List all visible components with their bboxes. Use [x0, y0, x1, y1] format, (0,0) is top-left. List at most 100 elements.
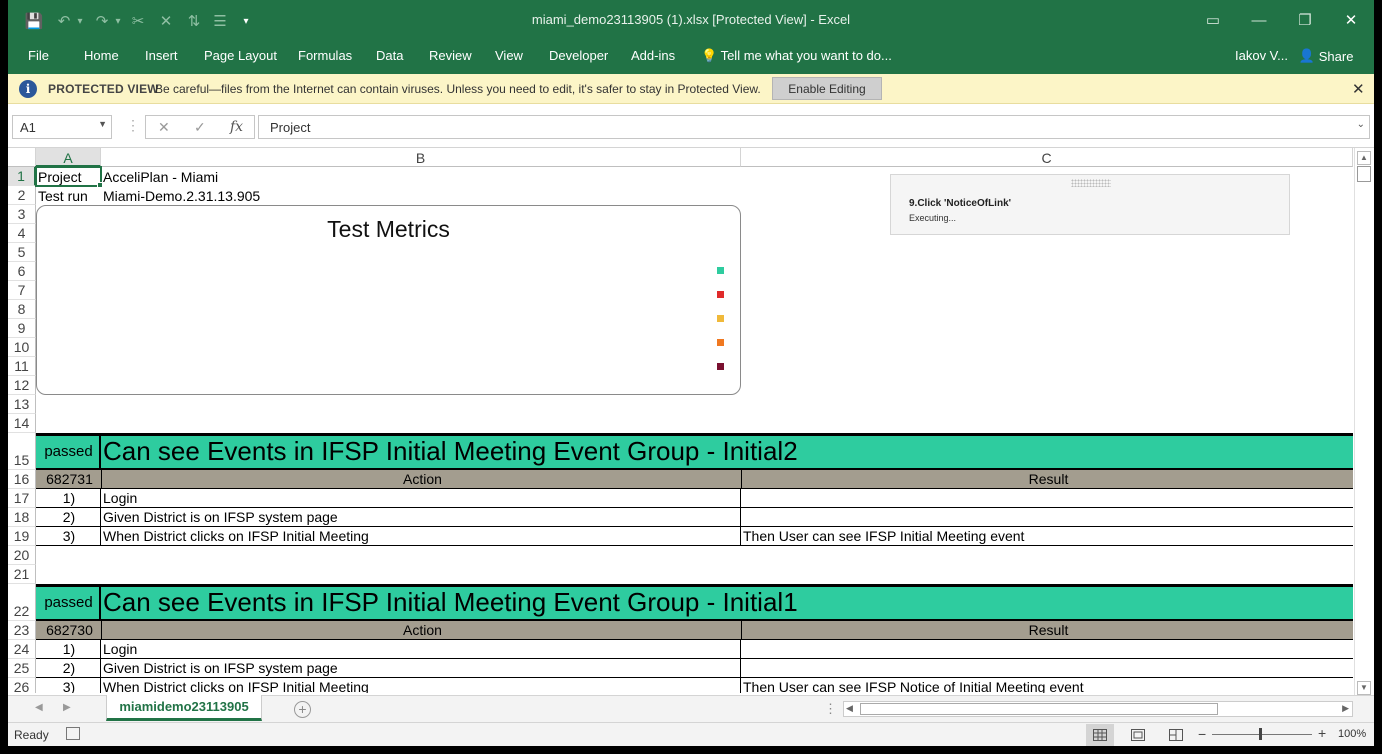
- step-action[interactable]: Login: [101, 489, 741, 508]
- share-button[interactable]: 👤 Share: [1295, 43, 1357, 69]
- row-header-9[interactable]: 9: [8, 319, 36, 338]
- horizontal-scroll-thumb[interactable]: [860, 703, 1218, 715]
- row-header-21[interactable]: 21: [8, 565, 36, 584]
- test-title[interactable]: Can see Events in IFSP Initial Meeting E…: [101, 584, 1353, 621]
- tab-data[interactable]: Data: [376, 48, 403, 63]
- zoom-out-icon[interactable]: −: [1198, 726, 1206, 742]
- tab-view[interactable]: View: [495, 48, 523, 63]
- insert-function-icon[interactable]: fx: [230, 119, 243, 135]
- step-number[interactable]: 1): [36, 640, 101, 659]
- row-header-15[interactable]: 15: [8, 433, 36, 470]
- test-id[interactable]: 682731: [36, 470, 101, 489]
- row-header-5[interactable]: 5: [8, 243, 36, 262]
- enable-editing-button[interactable]: Enable Editing: [772, 77, 882, 100]
- cell-b1-project-value[interactable]: AcceliPlan - Miami: [101, 167, 741, 186]
- step-action[interactable]: When District clicks on IFSP Initial Mee…: [101, 527, 741, 546]
- step-action[interactable]: Login: [101, 640, 741, 659]
- horizontal-scrollbar[interactable]: ◀ ▶: [843, 701, 1353, 717]
- expand-formula-icon[interactable]: ⌄: [1357, 119, 1365, 130]
- row-header-2[interactable]: 2: [8, 186, 36, 205]
- sheet-tab-active[interactable]: miamidemo23113905: [106, 695, 262, 721]
- restore-icon[interactable]: ❐: [1282, 6, 1328, 34]
- step-number[interactable]: 2): [36, 508, 101, 527]
- row-header-23[interactable]: 23: [8, 621, 36, 640]
- row-header-26[interactable]: 26: [8, 678, 36, 693]
- step-number[interactable]: 2): [36, 659, 101, 678]
- scroll-left-icon[interactable]: ◀: [846, 703, 853, 714]
- row-header-12[interactable]: 12: [8, 376, 36, 395]
- step-action[interactable]: Given District is on IFSP system page: [101, 508, 741, 527]
- zoom-in-icon[interactable]: +: [1318, 725, 1326, 741]
- execution-notification[interactable]: 9.Click 'NoticeOfLink' Executing...: [890, 174, 1290, 235]
- step-number[interactable]: 3): [36, 678, 101, 693]
- ribbon-display-options-icon[interactable]: ▭: [1190, 6, 1236, 34]
- tab-add-ins[interactable]: Add-ins: [631, 48, 675, 63]
- close-window-icon[interactable]: ✕: [1328, 6, 1374, 34]
- scroll-tabs-left-icon[interactable]: ◀: [35, 702, 43, 713]
- row-header-7[interactable]: 7: [8, 281, 36, 300]
- scroll-right-icon[interactable]: ▶: [1342, 703, 1349, 714]
- tab-page-layout[interactable]: Page Layout: [204, 48, 277, 63]
- name-box[interactable]: A1 ▼: [12, 115, 112, 139]
- add-sheet-icon[interactable]: +: [294, 701, 311, 718]
- vertical-scroll-thumb[interactable]: [1357, 166, 1371, 182]
- tab-insert[interactable]: Insert: [145, 48, 178, 63]
- row-header-19[interactable]: 19: [8, 527, 36, 546]
- tab-file[interactable]: File: [28, 48, 49, 63]
- step-result[interactable]: [741, 508, 1353, 527]
- select-all-corner[interactable]: [8, 148, 36, 167]
- step-result[interactable]: [741, 640, 1353, 659]
- step-result[interactable]: Then User can see IFSP Notice of Initial…: [741, 678, 1353, 693]
- tab-home[interactable]: Home: [84, 48, 119, 63]
- column-header-c[interactable]: C: [741, 148, 1353, 167]
- action-column-header[interactable]: Action: [101, 621, 741, 640]
- tab-formulas[interactable]: Formulas: [298, 48, 352, 63]
- vertical-scrollbar[interactable]: ▲ ▼: [1354, 148, 1374, 695]
- row-header-24[interactable]: 24: [8, 640, 36, 659]
- test-metrics-chart[interactable]: Test Metrics: [36, 205, 741, 395]
- zoom-slider[interactable]: [1212, 734, 1312, 735]
- chevron-down-icon[interactable]: ▼: [98, 119, 107, 129]
- row-header-6[interactable]: 6: [8, 262, 36, 281]
- row-header-1[interactable]: 1: [8, 167, 36, 186]
- row-header-17[interactable]: 17: [8, 489, 36, 508]
- result-column-header[interactable]: Result: [741, 470, 1353, 489]
- row-header-3[interactable]: 3: [8, 205, 36, 224]
- test-status-badge[interactable]: passed: [36, 584, 101, 621]
- action-column-header[interactable]: Action: [101, 470, 741, 489]
- minimize-icon[interactable]: —: [1236, 6, 1282, 34]
- cancel-icon[interactable]: ✕: [158, 119, 170, 136]
- macro-recording-icon[interactable]: [66, 727, 80, 740]
- tell-me-search[interactable]: 💡 Tell me what you want to do...: [701, 48, 892, 64]
- row-header-11[interactable]: 11: [8, 357, 36, 376]
- step-result[interactable]: [741, 489, 1353, 508]
- user-account[interactable]: Iakov V...: [1235, 48, 1288, 63]
- result-column-header[interactable]: Result: [741, 621, 1353, 640]
- scroll-down-icon[interactable]: ▼: [1357, 681, 1371, 695]
- row-header-20[interactable]: 20: [8, 546, 36, 565]
- row-header-8[interactable]: 8: [8, 300, 36, 319]
- row-header-25[interactable]: 25: [8, 659, 36, 678]
- row-header-22[interactable]: 22: [8, 584, 36, 621]
- column-header-a[interactable]: A: [36, 148, 101, 167]
- zoom-level[interactable]: 100%: [1338, 728, 1366, 740]
- page-break-view-icon[interactable]: [1162, 724, 1190, 746]
- test-title[interactable]: Can see Events in IFSP Initial Meeting E…: [101, 433, 1353, 470]
- scroll-up-icon[interactable]: ▲: [1357, 151, 1371, 165]
- normal-view-icon[interactable]: [1086, 724, 1114, 746]
- tab-split-handle-icon[interactable]: ⋮: [824, 701, 837, 717]
- column-header-b[interactable]: B: [101, 148, 741, 167]
- tab-review[interactable]: Review: [429, 48, 472, 63]
- close-icon[interactable]: ✕: [1352, 80, 1365, 98]
- cell-b2-test-run-value[interactable]: Miami-Demo.2.31.13.905: [101, 186, 741, 205]
- step-action[interactable]: When District clicks on IFSP Initial Mee…: [101, 678, 741, 693]
- row-header-13[interactable]: 13: [8, 395, 36, 414]
- step-number[interactable]: 3): [36, 527, 101, 546]
- row-header-10[interactable]: 10: [8, 338, 36, 357]
- tab-developer[interactable]: Developer: [549, 48, 608, 63]
- row-header-18[interactable]: 18: [8, 508, 36, 527]
- test-status-badge[interactable]: passed: [36, 433, 101, 470]
- test-id[interactable]: 682730: [36, 621, 101, 640]
- step-result[interactable]: [741, 659, 1353, 678]
- cell-a2-test-run-label[interactable]: Test run: [36, 186, 101, 205]
